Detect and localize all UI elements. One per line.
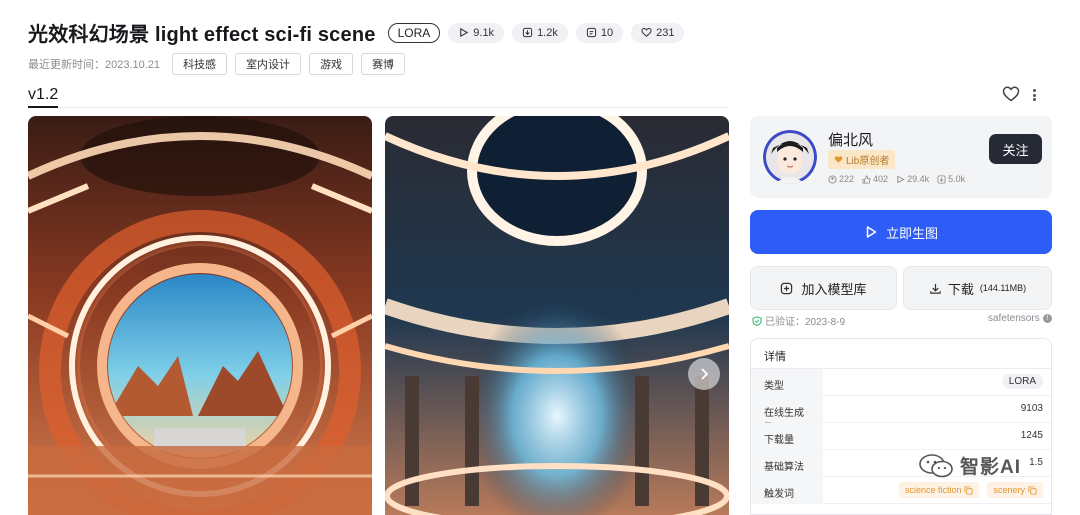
details-title: 详情	[751, 339, 1051, 369]
avatar[interactable]	[763, 130, 817, 184]
add-to-library-button[interactable]: 加入模型库	[750, 266, 897, 310]
copy-icon[interactable]	[1028, 485, 1037, 495]
wechat-logo-icon	[919, 453, 953, 477]
detail-row: 类型 LORA	[751, 369, 1051, 396]
generate-button-label: 立即生图	[885, 225, 938, 241]
chevron-right-icon	[701, 368, 709, 380]
heart-icon	[641, 27, 652, 37]
detail-key: 下载量	[751, 423, 823, 450]
detail-value: 1245	[1020, 430, 1043, 441]
heart-outline-icon[interactable]	[1002, 85, 1020, 103]
verified-date: 已验证：2023-8-9	[765, 317, 846, 328]
download-label: 下载	[947, 281, 974, 297]
trigger-word-text: science fiction	[904, 485, 962, 495]
author-name[interactable]: 偏北风	[828, 129, 873, 150]
more-vertical-icon[interactable]	[1028, 86, 1040, 104]
detail-value: LORA	[1001, 374, 1043, 389]
followers-count: 222	[839, 174, 855, 184]
play-icon	[897, 175, 905, 183]
detail-row: 触发词 science fiction scenery	[751, 477, 1051, 504]
user-icon	[828, 174, 837, 184]
detail-row: 在线生成数 9103	[751, 396, 1051, 434]
downloads-stat: 1.2k	[512, 22, 568, 43]
tag-item[interactable]: 赛博	[361, 53, 406, 75]
shield-check-icon	[752, 315, 762, 326]
tag-item[interactable]: 科技感	[172, 53, 228, 75]
runs-count: 9.1k	[473, 26, 495, 39]
detail-key: 类型	[751, 369, 823, 396]
file-format: safetensors !	[988, 313, 1052, 324]
trigger-word-text: scenery	[993, 485, 1025, 495]
detail-value: 9103	[1020, 403, 1043, 414]
preview-image-1[interactable]	[28, 116, 372, 515]
add-to-library-label: 加入模型库	[801, 281, 867, 297]
play-icon	[866, 226, 877, 238]
detail-key: 在线生成数	[751, 396, 823, 434]
watermark: 智影AI	[918, 452, 1021, 479]
download-icon	[522, 27, 533, 38]
detail-value: 1.5	[1029, 457, 1043, 468]
trigger-words: science fiction scenery	[898, 482, 1043, 498]
page-title: 光效科幻场景 light effect sci-fi scene	[28, 24, 376, 46]
verification-status: 已验证：2023-8-9	[752, 313, 845, 328]
comment-icon	[586, 27, 596, 38]
copy-icon[interactable]	[964, 485, 973, 495]
tag-item[interactable]: 游戏	[309, 53, 354, 75]
detail-row: 下载量 1245	[751, 423, 1051, 450]
author-likes-stat: 402	[862, 174, 888, 184]
followers-stat: 222	[828, 174, 854, 184]
tag-item[interactable]: 室内设计	[235, 53, 302, 75]
download-icon	[937, 174, 946, 184]
creator-badge: Lib原创者	[828, 150, 896, 169]
author-likes-count: 402	[873, 174, 889, 184]
comments-stat: 10	[575, 22, 624, 43]
author-downloads-count: 5.0k	[948, 174, 966, 184]
download-icon	[930, 283, 941, 294]
thumbs-up-icon	[862, 174, 871, 184]
model-type-badge: LORA	[387, 22, 441, 43]
watermark-text: 智影AI	[960, 457, 1022, 478]
tab-version[interactable]: v1.2	[28, 86, 59, 108]
likes-count: 231	[656, 26, 675, 39]
follow-button[interactable]: 关注	[989, 134, 1042, 164]
plus-square-icon	[781, 282, 793, 294]
likes-stat[interactable]: 231	[631, 22, 685, 43]
detail-key: 触发词	[751, 477, 823, 504]
file-format-label: safetensors	[988, 313, 1040, 324]
runs-stat: 9.1k	[448, 22, 505, 43]
play-icon	[460, 27, 469, 38]
generate-button[interactable]: 立即生图	[750, 210, 1052, 254]
author-runs-count: 29.4k	[907, 174, 930, 184]
info-icon[interactable]: !	[1042, 314, 1052, 323]
author-runs-stat: 29.4k	[896, 174, 929, 184]
next-image-button[interactable]	[688, 358, 720, 390]
download-button[interactable]: 下载 (144.11MB)	[903, 266, 1052, 310]
detail-key: 基础算法	[751, 450, 823, 477]
trigger-word-tag[interactable]: scenery	[987, 482, 1043, 498]
comments-count: 10	[600, 26, 614, 39]
version-tabs: v1.2	[28, 86, 728, 108]
heart-icon	[834, 156, 843, 163]
author-card: 偏北风 Lib原创者 222 402 29.4k 5.0k 关注	[750, 116, 1052, 198]
title-row: 光效科幻场景 light effect sci-fi scene LORA 9.…	[28, 18, 685, 47]
meta-row: 最近更新时间：2023.10.21 科技感 室内设计 游戏 赛博	[28, 53, 406, 75]
details-panel: 详情 类型 LORA 在线生成数 9103 下载量 1245 基础算法 1.5 …	[750, 338, 1052, 515]
download-size: (144.11MB)	[979, 283, 1027, 293]
preview-image-2[interactable]	[385, 116, 729, 515]
author-downloads-stat: 5.0k	[937, 174, 965, 184]
updated-time: 最近更新时间：2023.10.21	[28, 59, 161, 71]
author-stats: 222 402 29.4k 5.0k	[828, 174, 965, 184]
creator-badge-label: Lib原创者	[846, 156, 890, 167]
trigger-word-tag[interactable]: science fiction	[898, 482, 980, 498]
downloads-count: 1.2k	[537, 26, 558, 39]
